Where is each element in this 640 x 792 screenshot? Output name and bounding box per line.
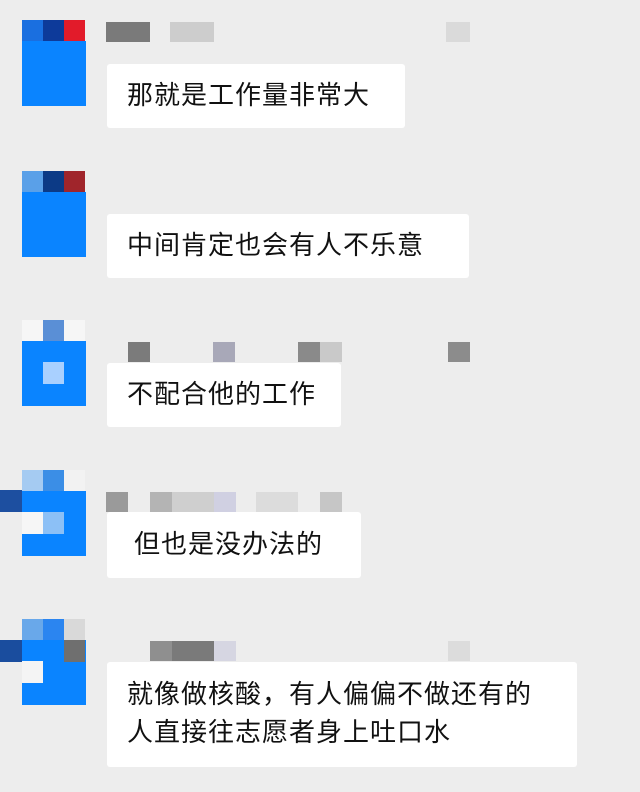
avatar[interactable] [22, 320, 86, 406]
chat-bubble[interactable]: 就像做核酸，有人偏偏不做还有的 人直接往志愿者身上吐口水 [107, 662, 577, 767]
chat-window: 那就是工作量非常大 中间肯定也会有人不乐意 不配合他的工作 但也是没办法的 就像… [0, 0, 640, 792]
chat-bubble[interactable]: 但也是没办法的 [107, 512, 361, 578]
message-text: 中间肯定也会有人不乐意 [127, 231, 425, 261]
message-text: 不配合他的工作 [127, 380, 317, 410]
message-text: 就像做核酸，有人偏偏不做还有的 [127, 680, 533, 710]
message-text: 那就是工作量非常大 [127, 81, 371, 111]
avatar[interactable] [22, 20, 86, 106]
mosaic-block [0, 490, 22, 512]
message-text: 但也是没办法的 [134, 530, 324, 560]
avatar[interactable] [22, 619, 86, 705]
avatar[interactable] [22, 470, 86, 556]
chat-bubble[interactable]: 那就是工作量非常大 [107, 64, 405, 128]
chat-bubble[interactable]: 中间肯定也会有人不乐意 [107, 214, 469, 278]
message-text: 人直接往志愿者身上吐口水 [127, 718, 452, 748]
chat-bubble[interactable]: 不配合他的工作 [107, 363, 341, 427]
mosaic-block [0, 640, 22, 662]
avatar[interactable] [22, 171, 86, 257]
